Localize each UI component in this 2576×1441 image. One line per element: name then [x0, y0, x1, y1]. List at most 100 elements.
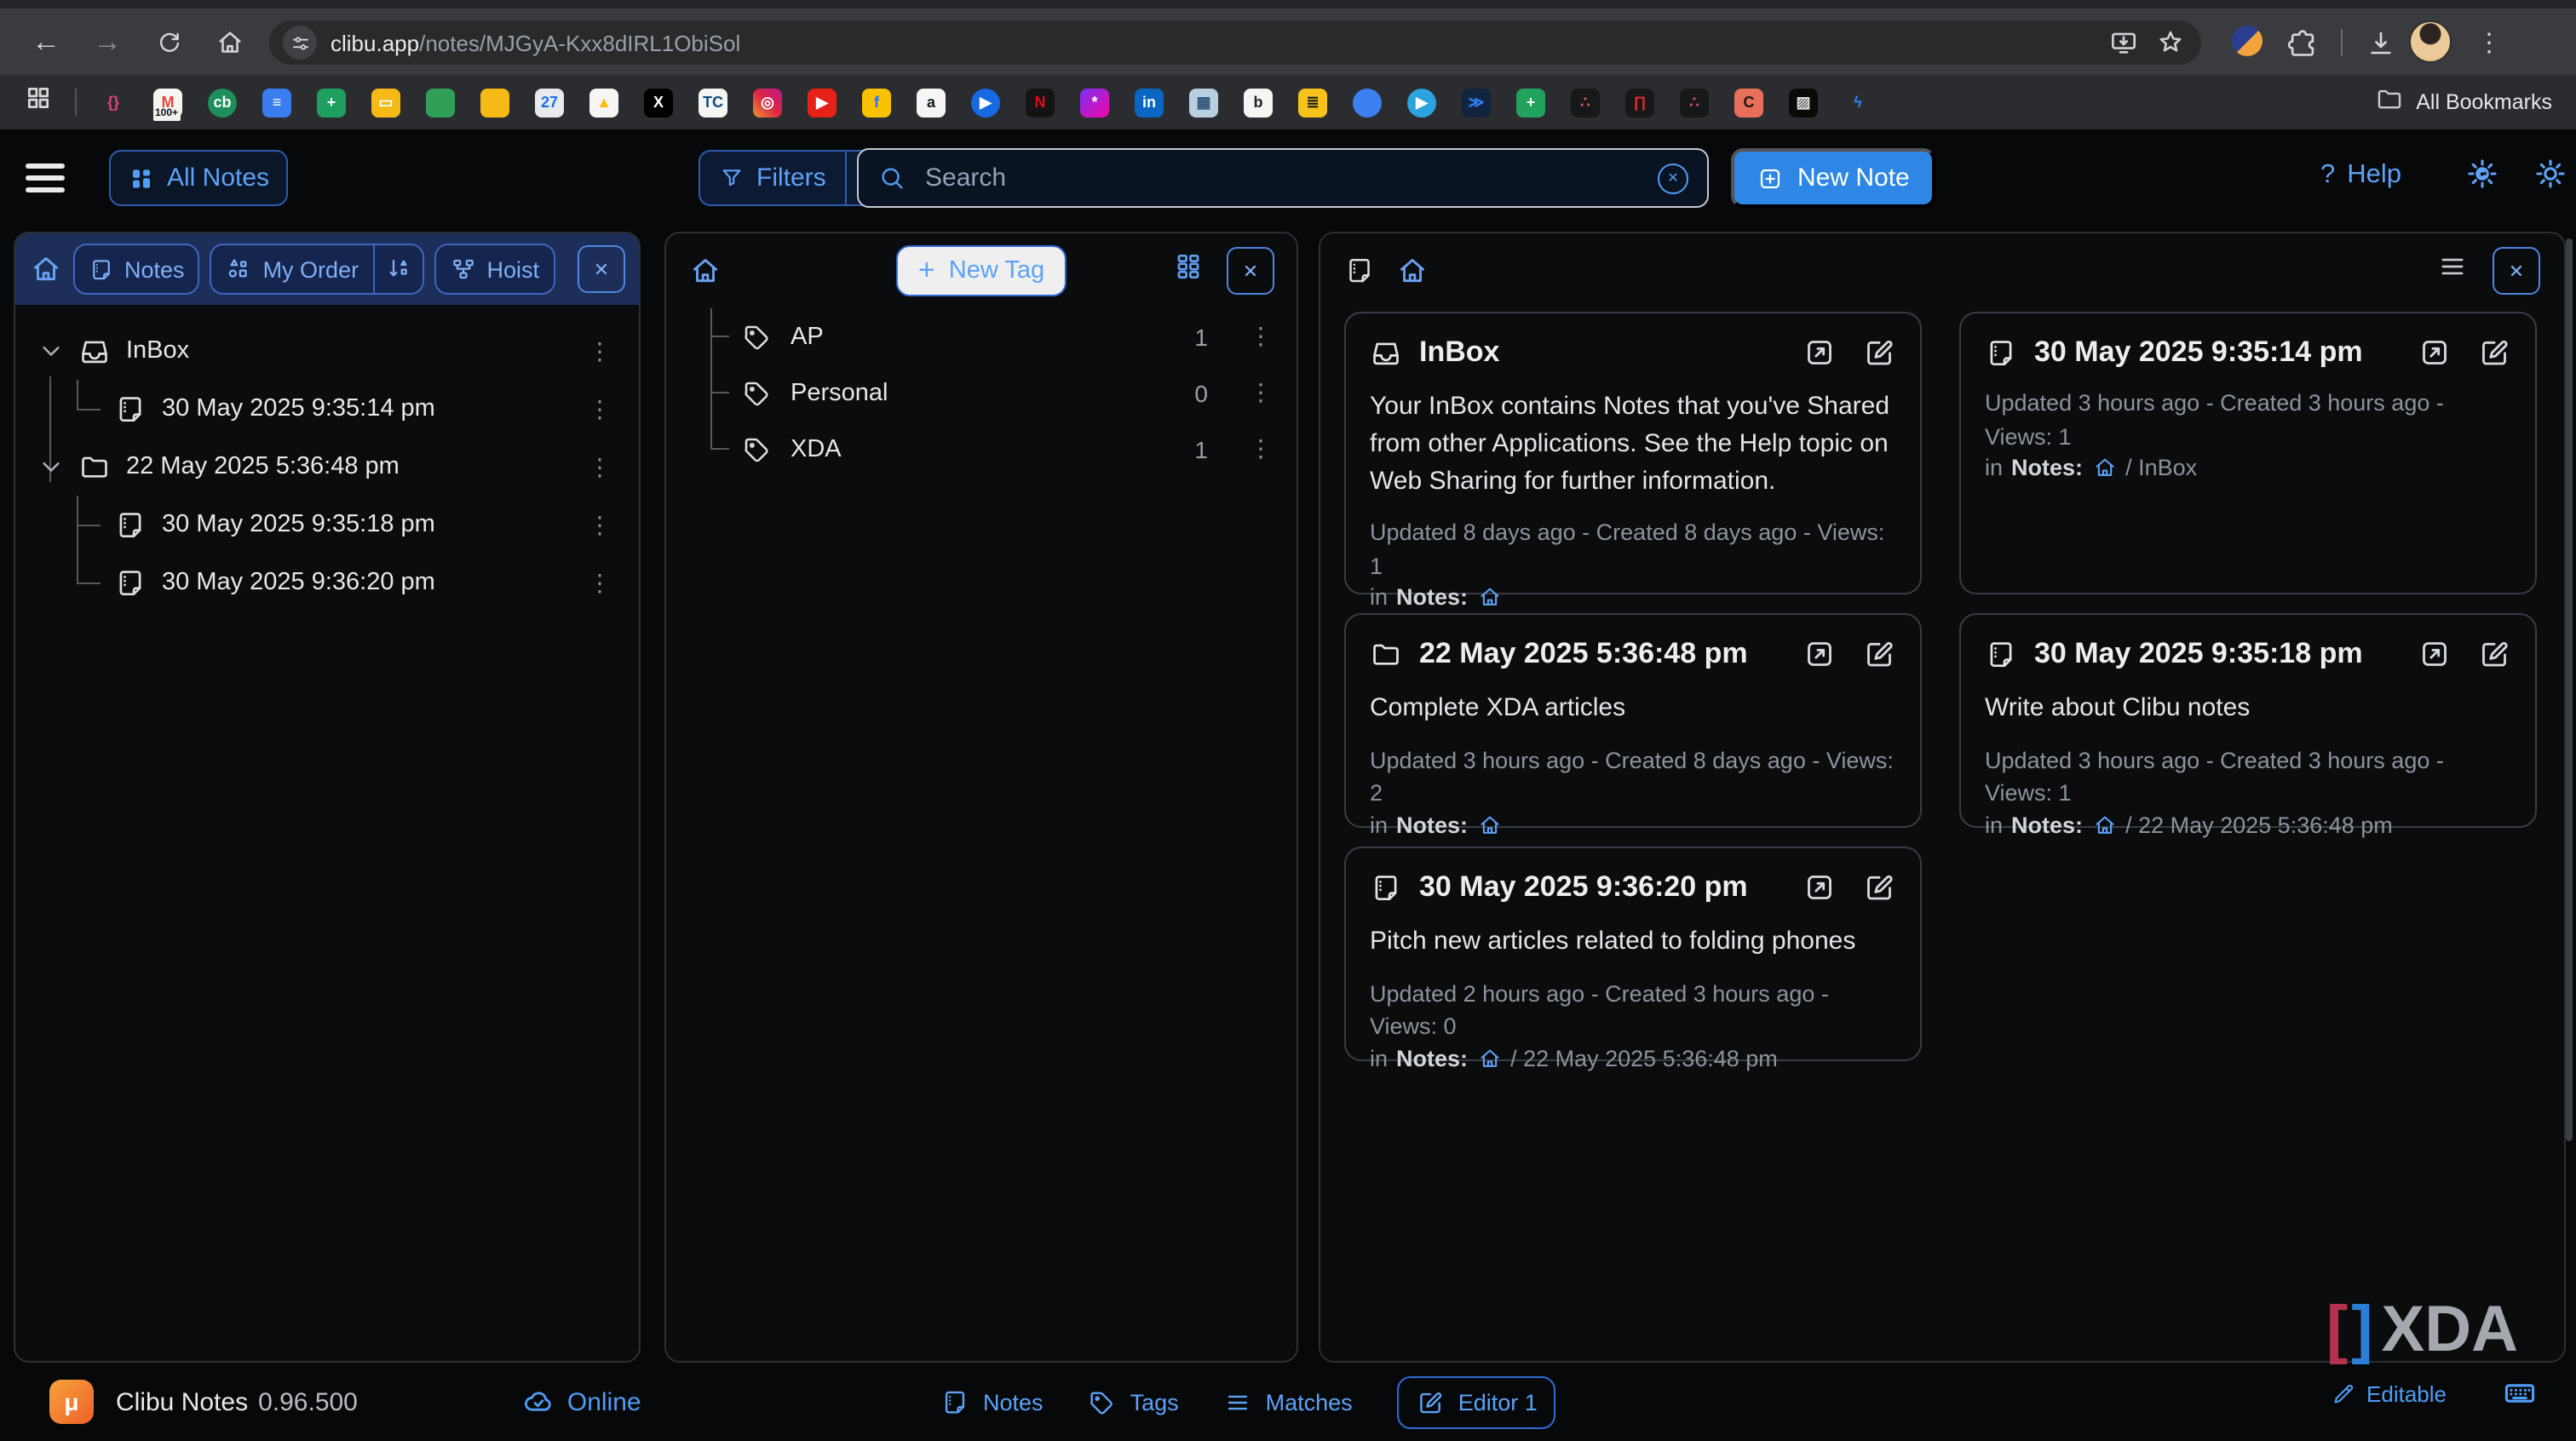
note-card[interactable]: 30 May 2025 9:35:18 pm Write about Clibu… [1959, 613, 2537, 828]
kebab-menu-icon[interactable]: ⋮ [1249, 378, 1273, 407]
open-note-icon[interactable] [2418, 637, 2452, 671]
editable-badge[interactable]: Editable [2331, 1381, 2447, 1407]
tag-row-personal[interactable]: Personal 0 ⋮ [666, 365, 1297, 421]
tree-item-note[interactable]: 30 May 2025 9:35:14 pm ⋮ [15, 380, 629, 438]
bookmark-amazon-icon[interactable]: a [917, 88, 946, 117]
bookmark-youtube-icon[interactable]: ▶ [808, 88, 837, 117]
chevron-down-icon[interactable] [36, 336, 66, 366]
bookmark-coral-c-icon[interactable]: C [1734, 88, 1763, 117]
open-note-icon[interactable] [1803, 637, 1837, 671]
edit-note-icon[interactable] [2477, 637, 2511, 671]
bookmark-torii-gate-icon[interactable]: ∏ [1625, 88, 1654, 117]
bookmark-google-docs-icon[interactable]: ≡ [262, 88, 291, 117]
list-view-icon[interactable] [2436, 250, 2469, 291]
note-card-inbox[interactable]: InBox Your InBox contains Notes that you… [1344, 312, 1922, 594]
home-icon[interactable] [688, 254, 722, 288]
online-status[interactable]: Online [521, 1385, 641, 1419]
bookmark-layers-app-icon[interactable]: ≣ [1298, 88, 1327, 117]
refresh-icon[interactable] [150, 24, 187, 61]
close-cards-panel-icon[interactable]: ✕ [2493, 247, 2540, 295]
tree-item-folder[interactable]: 22 May 2025 5:36:48 pm ⋮ [15, 438, 629, 496]
site-settings-icon[interactable] [283, 26, 317, 60]
bookmark-lightning-icon[interactable]: ϟ [1843, 88, 1872, 117]
all-notes-button[interactable]: All Notes [109, 150, 288, 206]
tags-grid-view-icon[interactable] [1172, 250, 1205, 291]
hoist-button[interactable]: Hoist [434, 244, 555, 295]
menu-hamburger-icon[interactable] [26, 164, 65, 200]
bookmark-google-keep-icon[interactable] [480, 88, 509, 117]
bookmark-red-dots-icon[interactable]: ∴ [1571, 88, 1600, 117]
open-note-icon[interactable] [1803, 870, 1837, 904]
keyboard-icon[interactable] [2501, 1375, 2539, 1412]
notes-view-button[interactable]: Notes [73, 244, 200, 295]
kebab-menu-icon[interactable]: ⋮ [588, 452, 612, 481]
tree-item-note[interactable]: 30 May 2025 9:35:18 pm ⋮ [15, 496, 629, 554]
note-card[interactable]: 30 May 2025 9:35:14 pm Updated 3 hours a… [1959, 312, 2537, 594]
bookmark-sketch-app-icon[interactable]: ▨ [1789, 88, 1818, 117]
kebab-menu-icon[interactable]: ⋮ [588, 568, 612, 597]
bookmark-stack-chevrons-icon[interactable]: ≫ [1462, 88, 1491, 117]
home-icon[interactable] [1476, 585, 1502, 611]
address-bar[interactable]: clibu.app/notes/MJGyA-Kxx8dIRL1ObiSol [269, 20, 2201, 65]
bookmark-instagram-icon[interactable]: ◎ [753, 88, 782, 117]
kebab-menu-icon[interactable]: ⋮ [588, 510, 612, 539]
bottom-nav-tags[interactable]: Tags [1088, 1387, 1179, 1416]
tag-row-ap[interactable]: AP 1 ⋮ [666, 308, 1297, 365]
tree-item-note[interactable]: 30 May 2025 9:36:20 pm ⋮ [15, 554, 629, 611]
bottom-nav-editor[interactable]: Editor 1 [1397, 1375, 1556, 1428]
settings-gear-icon[interactable] [2532, 155, 2569, 192]
edit-note-icon[interactable] [1862, 870, 1896, 904]
note-card[interactable]: 30 May 2025 9:36:20 pm Pitch new article… [1344, 847, 1922, 1061]
bookmark-photos-frame-icon[interactable]: ▦ [1189, 88, 1218, 117]
close-tags-panel-icon[interactable]: ✕ [1227, 247, 1274, 295]
search-input[interactable] [922, 162, 1642, 194]
search-clear-icon[interactable]: ✕ [1658, 163, 1688, 193]
extension-icon[interactable] [2232, 26, 2263, 56]
bottom-nav-matches[interactable]: Matches [1223, 1387, 1353, 1416]
forward-icon[interactable]: → [89, 24, 126, 61]
bookmark-google-sheets-icon[interactable]: + [317, 88, 346, 117]
browser-menu-icon[interactable]: ⋮ [2470, 24, 2508, 61]
search-box[interactable]: ✕ [857, 148, 1709, 208]
bookmark-netflix-icon[interactable]: N [1026, 88, 1055, 117]
kebab-menu-icon[interactable]: ⋮ [1249, 322, 1273, 351]
all-bookmarks-button[interactable]: All Bookmarks [2375, 85, 2552, 119]
open-note-icon[interactable] [2418, 336, 2452, 370]
bookmark-telegram-icon[interactable]: ▶ [1407, 88, 1436, 117]
bookmark-sheets-cross-icon[interactable]: + [1516, 88, 1545, 117]
install-app-icon[interactable] [2106, 26, 2140, 60]
close-tree-panel-icon[interactable]: ✕ [578, 245, 625, 293]
theme-settings-icon[interactable] [2464, 155, 2501, 192]
bookmark-google-calendar-icon[interactable]: 27 [535, 88, 564, 117]
extensions-puzzle-icon[interactable] [2283, 24, 2320, 61]
home-icon[interactable] [29, 252, 63, 286]
downloads-icon[interactable] [2361, 24, 2399, 61]
bookmark-techcrunch-icon[interactable]: TC [699, 88, 727, 117]
bookmark-flipkart-icon[interactable]: f [862, 88, 891, 117]
edit-note-icon[interactable] [1862, 637, 1896, 671]
help-button[interactable]: ? Help [2320, 160, 2401, 191]
bookmark-google-drive-icon[interactable]: ▲ [589, 88, 618, 117]
bookmark-star-icon[interactable] [2153, 26, 2188, 60]
back-icon[interactable]: ← [27, 24, 65, 61]
bookmark-crunchbase-icon[interactable]: cb [208, 88, 237, 117]
new-note-button[interactable]: New Note [1731, 148, 1935, 208]
bookmark-linkedin-icon[interactable]: in [1135, 88, 1164, 117]
home-icon[interactable] [2091, 455, 2117, 480]
home-icon[interactable] [1395, 254, 1429, 288]
new-tag-button[interactable]: + New Tag [896, 245, 1067, 296]
bookmark-google-messages-icon[interactable] [1353, 88, 1382, 117]
edit-note-icon[interactable] [1862, 336, 1896, 370]
tree-item-inbox[interactable]: InBox ⋮ [15, 322, 629, 380]
bookmark-google-slides-icon[interactable]: ▭ [371, 88, 400, 117]
kebab-menu-icon[interactable]: ⋮ [588, 394, 612, 423]
chevron-down-icon[interactable] [36, 451, 66, 482]
bottom-nav-notes[interactable]: Notes [940, 1387, 1044, 1416]
tag-row-xda[interactable]: XDA 1 ⋮ [666, 421, 1297, 477]
bookmark-x-twitter-icon[interactable]: X [644, 88, 673, 117]
home-icon[interactable] [2091, 812, 2117, 838]
apps-grid-icon[interactable] [24, 83, 53, 121]
browser-home-icon[interactable] [211, 24, 249, 61]
profile-avatar[interactable] [2409, 20, 2452, 63]
window-scrollbar[interactable] [2566, 238, 2573, 1141]
